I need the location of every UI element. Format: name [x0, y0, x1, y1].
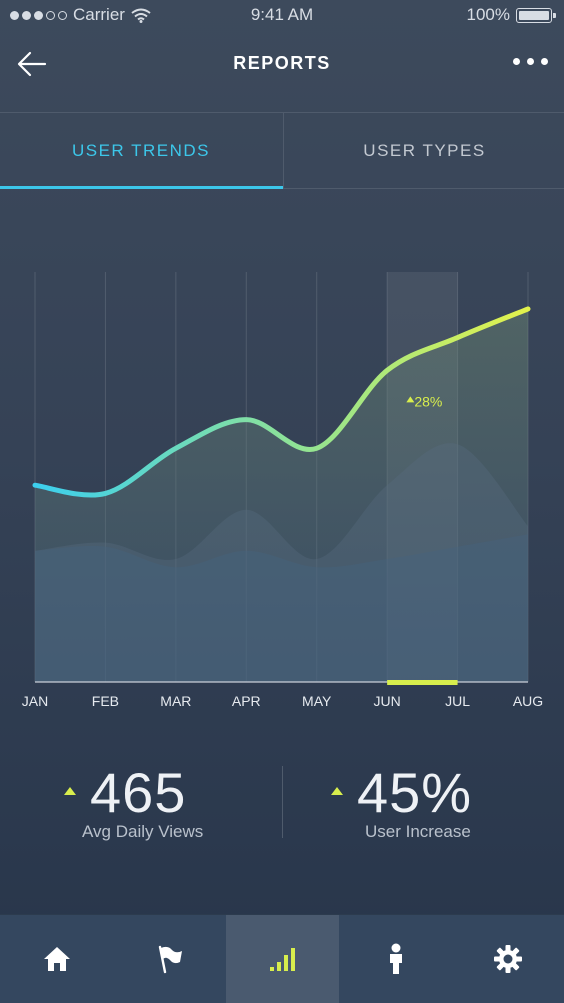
x-tick-label: JUL: [445, 693, 470, 709]
stat-user-increase: 45% User Increase: [282, 761, 564, 841]
tab-user-trends[interactable]: USER TRENDS: [0, 113, 282, 188]
stat-label: User Increase: [365, 822, 471, 841]
up-triangle-icon: [331, 787, 343, 795]
status-bar: Carrier 9:41 AM 100%: [0, 0, 564, 32]
stat-value: 45%: [357, 761, 473, 824]
tab-settings[interactable]: [452, 915, 564, 1003]
tab-flag[interactable]: [113, 915, 226, 1003]
battery-icon: [516, 7, 556, 23]
stat-label: Avg Daily Views: [82, 822, 204, 841]
active-tab-indicator: [0, 186, 283, 189]
x-tick-label: JUN: [374, 693, 401, 709]
x-tick-label: MAY: [302, 693, 332, 709]
x-axis-labels: JAN FEB MAR APR MAY JUN JUL AUG: [22, 693, 543, 709]
x-tick-label: MAR: [160, 693, 191, 709]
navigation-bar: REPORTS: [0, 32, 564, 113]
gear-icon: [494, 945, 522, 973]
x-tick-label: JAN: [22, 693, 48, 709]
page-title: REPORTS: [233, 53, 331, 73]
tab-label: USER TRENDS: [71, 141, 211, 160]
stat-value: 465: [90, 761, 187, 824]
chart-annotation: 28%: [414, 393, 442, 409]
x-tick-label: APR: [232, 693, 261, 709]
tab-label: USER TYPES: [363, 141, 486, 160]
flag-icon: [158, 945, 182, 974]
user-trends-chart: 28% JAN FEB MAR APR MAY JUN JUL AUG: [0, 230, 564, 720]
chart-areas: [35, 308, 528, 682]
tab-reports[interactable]: [226, 915, 339, 1003]
tab-user-types[interactable]: USER TYPES: [283, 113, 564, 188]
up-triangle-icon: [64, 787, 76, 795]
more-dots-icon: [513, 58, 520, 65]
home-icon: [43, 947, 70, 971]
tab-profile[interactable]: [339, 915, 452, 1003]
x-tick-label: FEB: [92, 693, 119, 709]
tab-home[interactable]: [0, 915, 113, 1003]
battery-percent: 100%: [466, 5, 510, 24]
battery-group: 100%: [466, 5, 556, 25]
more-button[interactable]: [513, 58, 548, 65]
person-icon: [389, 943, 402, 974]
chart-svg: 28% JAN FEB MAR APR MAY JUN JUL AUG: [22, 272, 543, 709]
highlight-underline: [387, 680, 458, 685]
signal-bars-icon: [269, 948, 295, 971]
segment-tabs: USER TRENDS USER TYPES: [0, 113, 564, 189]
stats-row: 465 Avg Daily Views 45% User Increase: [0, 760, 564, 850]
stat-avg-daily-views: 465 Avg Daily Views: [0, 760, 282, 850]
x-tick-label: AUG: [513, 693, 543, 709]
bottom-tab-bar: [0, 914, 564, 1003]
